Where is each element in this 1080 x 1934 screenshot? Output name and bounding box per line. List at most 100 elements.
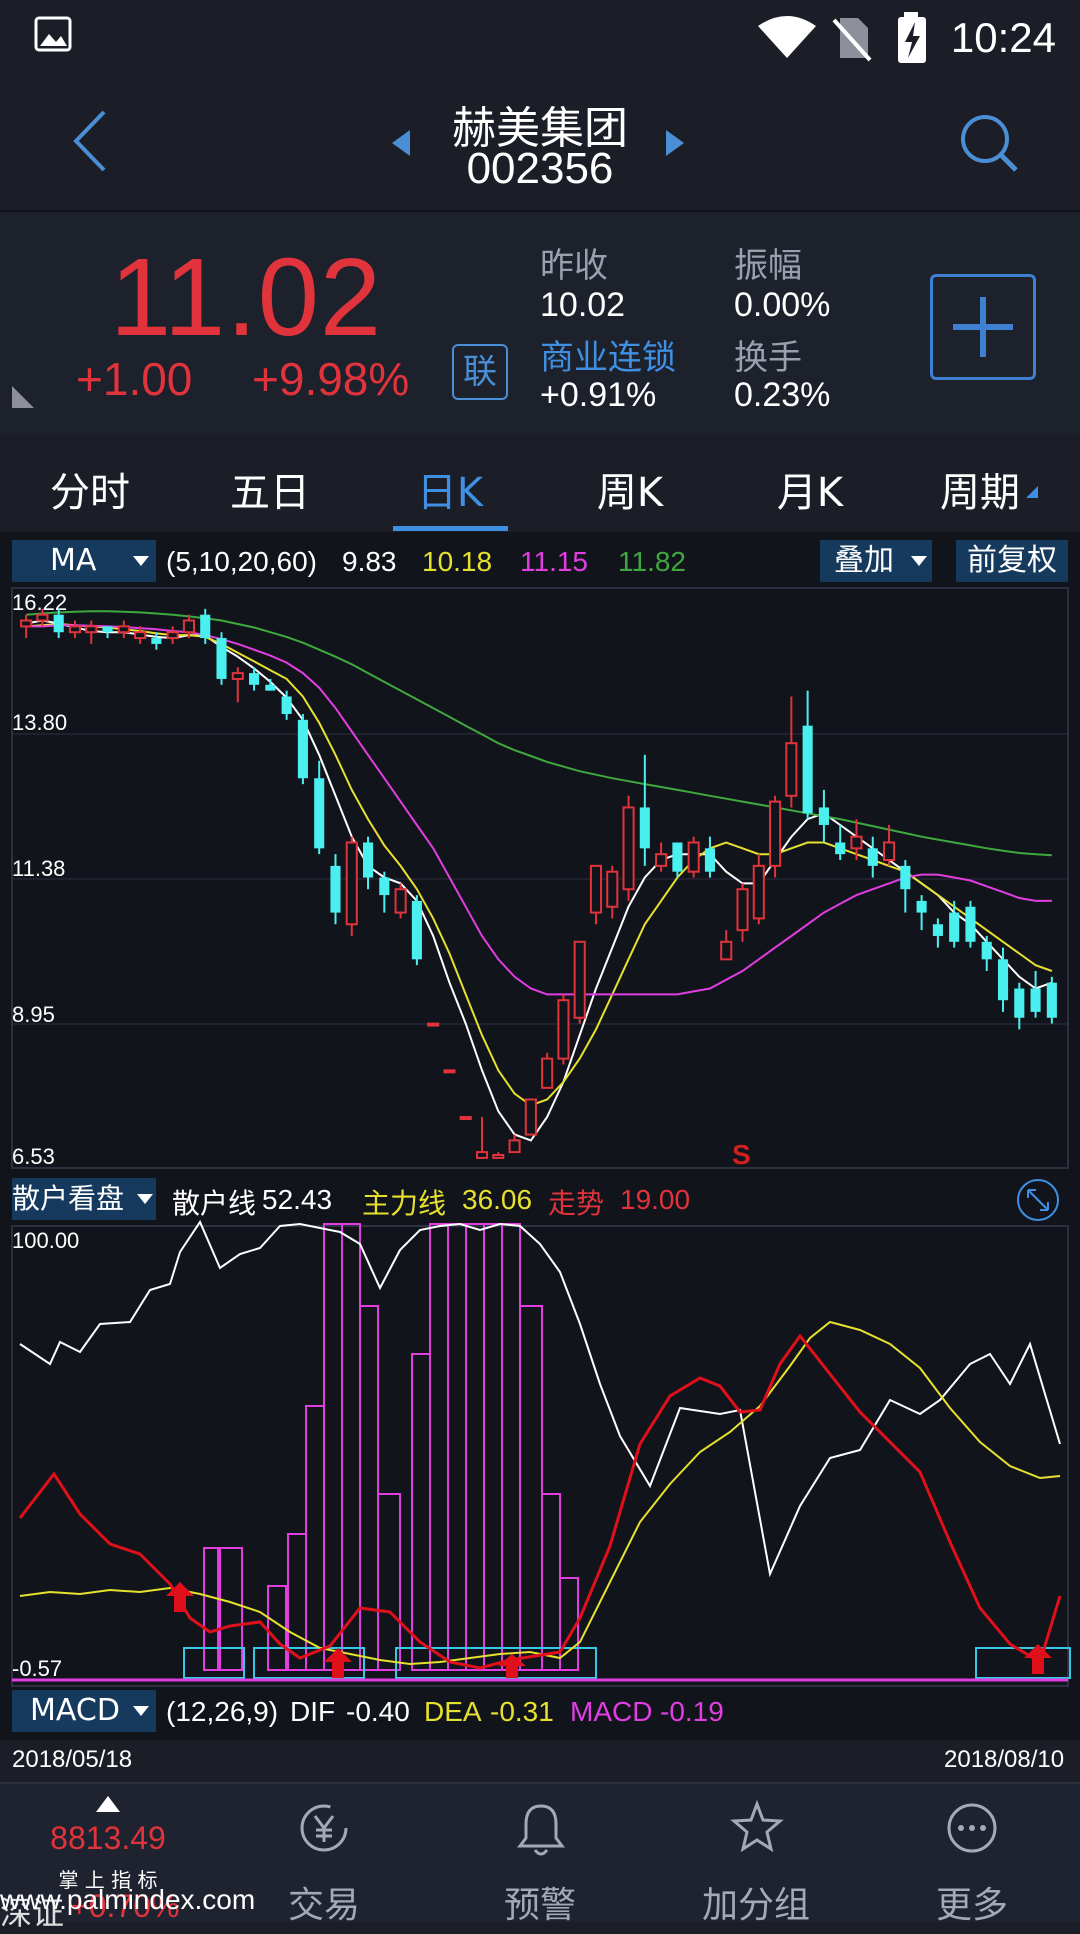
amplitude-label: 振幅 bbox=[734, 246, 802, 286]
candle-down bbox=[411, 900, 422, 960]
candle-down bbox=[1046, 982, 1057, 1018]
candle-down bbox=[867, 848, 878, 866]
main-force-line bbox=[19, 1320, 1061, 1666]
retail-y-top: 100.00 bbox=[12, 1228, 79, 1253]
candle-up bbox=[769, 800, 782, 867]
tab-weekly-k[interactable]: 周K bbox=[550, 460, 710, 518]
candle-up bbox=[85, 625, 98, 634]
candle-up bbox=[720, 940, 733, 961]
tab-five-day[interactable]: 五日 bbox=[190, 460, 350, 518]
candle-down bbox=[965, 906, 976, 942]
stock-code: 002356 bbox=[466, 144, 614, 193]
histogram-bar bbox=[447, 1223, 467, 1671]
next-stock-icon[interactable] bbox=[664, 128, 686, 158]
prev-close-label: 昨收 bbox=[540, 246, 608, 286]
tab-daily-k[interactable]: 日K bbox=[370, 460, 530, 518]
period-tabs: 分时 五日 日K 周K 月K 周期 bbox=[0, 436, 1080, 532]
retail-y-bottom: -0.57 bbox=[12, 1656, 62, 1681]
kline-chart-svg[interactable]: 16.22 13.80 11.38 8.95 6.53 S 100.00 -0.… bbox=[0, 532, 1080, 1780]
battery-charging-icon bbox=[898, 12, 926, 63]
search-icon[interactable] bbox=[958, 112, 1020, 174]
retail-line bbox=[19, 1219, 1061, 1578]
nav-add-group[interactable]: 加分组 bbox=[648, 1784, 864, 1926]
histogram-bar bbox=[359, 1305, 379, 1671]
candle-up bbox=[850, 835, 863, 850]
candle-up bbox=[459, 1116, 472, 1121]
candle-up bbox=[752, 864, 765, 920]
nav-alert[interactable]: 预警 bbox=[432, 1784, 648, 1926]
quote-panel: 11.02 +1.00 +9.98% 联 昨收 10.02 商业连锁 +0.91… bbox=[0, 212, 1080, 434]
nav-trade-label: 交易 bbox=[287, 1885, 360, 1926]
trend-line bbox=[18, 1333, 1062, 1670]
candle-up bbox=[117, 625, 130, 634]
candle-down bbox=[1030, 988, 1041, 1012]
histogram-bar bbox=[541, 1493, 561, 1671]
candle-up bbox=[655, 853, 668, 867]
main-force-histogram bbox=[203, 1223, 579, 1671]
candle-up bbox=[589, 864, 603, 914]
candle-up bbox=[606, 870, 619, 908]
turnover-value: 0.23% bbox=[734, 376, 831, 414]
candle-down bbox=[997, 959, 1009, 1001]
sector-link[interactable]: 商业连锁 bbox=[540, 330, 676, 379]
candle-up bbox=[443, 1069, 456, 1074]
histogram-bar bbox=[287, 1533, 307, 1671]
star-icon bbox=[730, 1800, 784, 1853]
tab-monthly-k[interactable]: 月K bbox=[730, 460, 890, 518]
add-watchlist-button[interactable] bbox=[930, 274, 1036, 380]
plus-icon bbox=[953, 297, 1013, 357]
nav-more[interactable]: 更多 bbox=[864, 1784, 1080, 1926]
status-bar: 10:24 bbox=[0, 0, 1080, 78]
candle-up bbox=[622, 806, 635, 891]
clock: 10:24 bbox=[950, 14, 1056, 61]
candle-up bbox=[20, 619, 33, 628]
prev-stock-icon[interactable] bbox=[390, 128, 412, 158]
candle-up bbox=[68, 625, 82, 634]
candle-up bbox=[557, 999, 570, 1060]
lian-button[interactable]: 联 bbox=[452, 344, 508, 400]
candle-down bbox=[151, 638, 162, 644]
ma60-line bbox=[26, 610, 1052, 857]
candle-up bbox=[573, 940, 586, 1019]
nav-trade[interactable]: 交易 bbox=[216, 1784, 432, 1926]
candle-up bbox=[231, 672, 244, 680]
sector-change: +0.91% bbox=[540, 376, 657, 414]
candle-down bbox=[53, 614, 64, 633]
candle-down bbox=[704, 848, 716, 872]
histogram-bar bbox=[429, 1223, 449, 1671]
tab-intraday[interactable]: 分时 bbox=[10, 460, 170, 518]
histogram-bar bbox=[377, 1493, 401, 1671]
ma10-line bbox=[26, 622, 1053, 1107]
y-label: 6.53 bbox=[12, 1144, 55, 1169]
histogram-bar bbox=[341, 1223, 361, 1671]
candle-down bbox=[672, 842, 683, 872]
nav-index-ticker[interactable]: 8813.49 掌 上 指 标 深证 +0.70% www.palmindex.… bbox=[0, 1784, 255, 1932]
candle-down bbox=[265, 684, 276, 691]
active-tab-indicator bbox=[393, 526, 508, 531]
candle-up bbox=[394, 888, 407, 914]
candle-down bbox=[200, 614, 211, 639]
bell-icon bbox=[517, 1804, 565, 1856]
candle-down bbox=[102, 626, 113, 633]
prev-close-value: 10.02 bbox=[540, 286, 626, 324]
caret-up-icon bbox=[96, 1796, 120, 1812]
box bbox=[183, 1647, 245, 1679]
candle-down bbox=[802, 725, 813, 814]
candle-down bbox=[330, 865, 341, 913]
candle-down bbox=[900, 865, 911, 890]
candle-up bbox=[524, 1098, 537, 1136]
candle-down bbox=[297, 719, 308, 779]
candle-down bbox=[981, 941, 992, 960]
candle-down bbox=[1014, 988, 1025, 1018]
candle-down bbox=[818, 807, 829, 825]
period-dropdown-icon bbox=[1026, 486, 1038, 498]
candle-up bbox=[427, 1022, 440, 1027]
candle-up bbox=[541, 1057, 554, 1089]
candle-up bbox=[36, 613, 49, 622]
histogram-bar bbox=[219, 1547, 243, 1671]
retail-frame bbox=[11, 1225, 1069, 1687]
histogram-bar bbox=[483, 1223, 503, 1671]
wifi-icon bbox=[758, 16, 816, 58]
candle-down bbox=[314, 778, 325, 849]
histogram-bar bbox=[305, 1405, 325, 1671]
